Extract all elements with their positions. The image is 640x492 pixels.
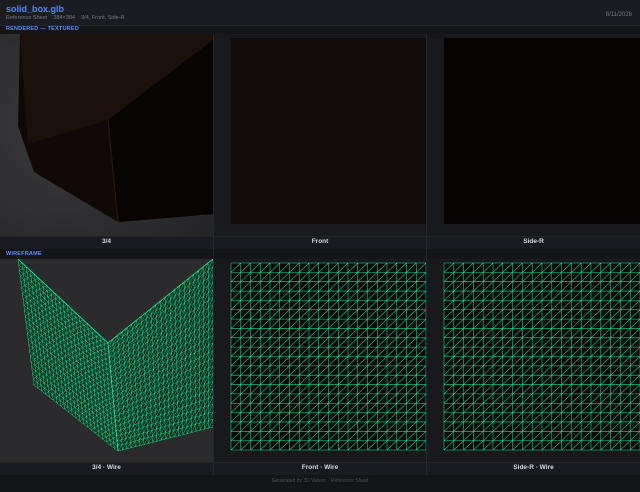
file-title: solid_box.glb xyxy=(6,4,65,14)
wireframe-section-label: WIREFRAME xyxy=(6,251,42,257)
wire-caption-3q: 3/4 · Wire xyxy=(92,464,121,471)
wire-caption-side: Side-R · Wire xyxy=(513,464,554,471)
column-divider-2 xyxy=(426,34,427,475)
wire-panel-front xyxy=(214,259,426,462)
render-3q-view xyxy=(0,34,213,236)
sheet-date: 8/11/2026 xyxy=(605,12,632,18)
rendered-section-label: RENDERED — TEXTURED xyxy=(6,26,79,32)
render-panel-side xyxy=(427,34,640,236)
wire-3q-view xyxy=(17,259,213,452)
wire-side-view xyxy=(443,262,640,451)
sheet-header: solid_box.glb Reference Sheet 384×384 3/… xyxy=(0,0,640,26)
wire-panel-3q xyxy=(0,259,213,462)
resolution-label: 384×384 xyxy=(53,15,75,21)
render-caption-3q: 3/4 xyxy=(101,238,112,245)
render-caption-front: Front xyxy=(311,238,329,245)
render-caption-side: Side-R xyxy=(523,238,544,245)
box-front-face xyxy=(231,38,426,224)
wire-side-mesh xyxy=(443,262,640,451)
box-side-face xyxy=(444,38,640,224)
sheet-meta: Reference Sheet 384×384 3/4, Front, Side… xyxy=(6,15,125,21)
sheet-footer: Generated by 3D Viewer · Reference Sheet xyxy=(271,478,369,484)
render-panel-3q xyxy=(0,34,213,236)
column-divider-1 xyxy=(213,34,214,475)
wire-caption-front: Front · Wire xyxy=(301,464,339,471)
wire-front-mesh xyxy=(230,262,426,451)
views-label: 3/4, Front, Side-R xyxy=(81,15,125,21)
render-panel-front xyxy=(214,34,426,236)
sheet-label: Reference Sheet xyxy=(6,15,48,21)
wire-front-view xyxy=(230,262,426,451)
wire-panel-side xyxy=(427,259,640,462)
